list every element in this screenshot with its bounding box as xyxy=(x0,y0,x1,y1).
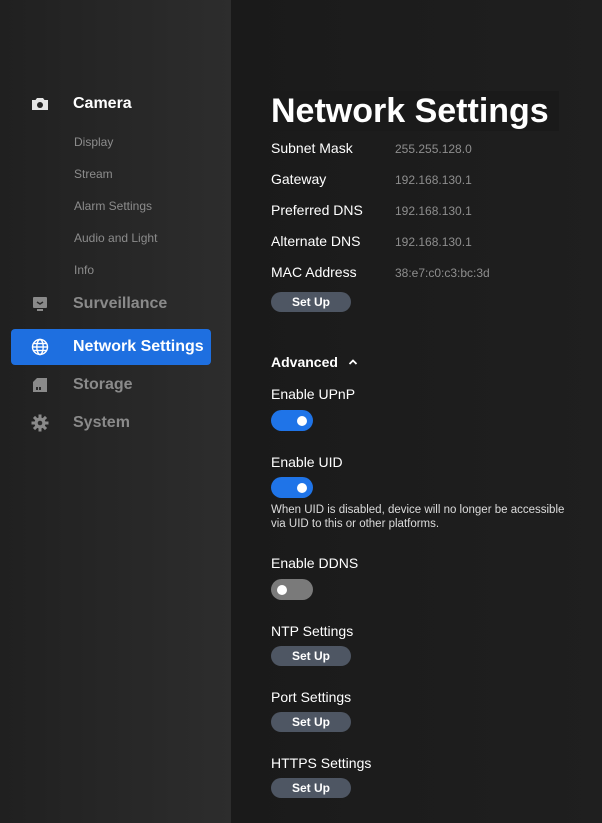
sidebar: Camera Display Stream Alarm Settings Aud… xyxy=(0,0,231,823)
subnet-mask-value: 255.255.128.0 xyxy=(395,142,472,156)
page-title: Network Settings xyxy=(271,91,559,131)
sidebar-item-label: System xyxy=(73,414,130,431)
toggle-knob xyxy=(297,415,307,426)
chevron-up-icon xyxy=(348,359,358,365)
camera-icon xyxy=(31,95,49,113)
monitor-icon xyxy=(31,295,49,313)
upnp-toggle[interactable] xyxy=(271,410,313,431)
sidebar-subitem-display[interactable]: Display xyxy=(74,135,113,149)
sidebar-subitem-alarm-settings[interactable]: Alarm Settings xyxy=(74,199,152,213)
https-settings-label: HTTPS Settings xyxy=(271,755,372,771)
ntp-settings-label: NTP Settings xyxy=(271,623,354,639)
enable-upnp-label: Enable UPnP xyxy=(271,386,356,402)
alternate-dns-label: Alternate DNS xyxy=(271,233,361,249)
uid-toggle[interactable] xyxy=(271,477,313,498)
sidebar-item-label: Camera xyxy=(73,95,132,112)
ddns-toggle[interactable] xyxy=(271,579,313,600)
ntp-setup-button[interactable]: Set Up xyxy=(271,646,351,666)
sidebar-item-system[interactable]: System xyxy=(11,405,211,441)
enable-uid-label: Enable UID xyxy=(271,454,343,470)
preferred-dns-value: 192.168.130.1 xyxy=(395,204,472,218)
sidebar-item-camera[interactable]: Camera xyxy=(11,86,211,122)
advanced-heading: Advanced xyxy=(271,354,338,370)
toggle-knob xyxy=(277,584,287,595)
enable-ddns-label: Enable DDNS xyxy=(271,555,359,571)
subnet-mask-label: Subnet Mask xyxy=(271,140,353,156)
gateway-label: Gateway xyxy=(271,171,327,187)
sidebar-item-storage[interactable]: Storage xyxy=(11,367,211,403)
uid-note: When UID is disabled, device will no lon… xyxy=(271,504,565,530)
gear-icon xyxy=(31,414,49,432)
sidebar-item-label: Storage xyxy=(73,376,133,393)
network-setup-button[interactable]: Set Up xyxy=(271,292,351,312)
https-setup-button[interactable]: Set Up xyxy=(271,778,351,798)
alternate-dns-value: 192.168.130.1 xyxy=(395,235,472,249)
preferred-dns-label: Preferred DNS xyxy=(271,202,363,218)
toggle-knob xyxy=(297,482,307,493)
sidebar-item-surveillance[interactable]: Surveillance xyxy=(11,286,211,322)
mac-address-value: 38:e7:c0:c3:bc:3d xyxy=(395,266,490,280)
sidebar-subitem-audio-and-light[interactable]: Audio and Light xyxy=(74,231,157,245)
sd-card-icon xyxy=(31,376,49,394)
sidebar-subitem-stream[interactable]: Stream xyxy=(74,167,113,181)
advanced-section-toggle[interactable]: Advanced xyxy=(271,354,358,370)
sidebar-item-network-settings[interactable]: Network Settings xyxy=(11,329,211,365)
sidebar-item-label: Network Settings xyxy=(73,338,204,355)
sidebar-subitem-info[interactable]: Info xyxy=(74,263,94,277)
globe-icon xyxy=(31,338,49,356)
port-settings-label: Port Settings xyxy=(271,689,352,705)
main-content: Network Settings Subnet Mask 255.255.128… xyxy=(231,0,602,823)
port-setup-button[interactable]: Set Up xyxy=(271,712,351,732)
sidebar-item-label: Surveillance xyxy=(73,295,168,312)
gateway-value: 192.168.130.1 xyxy=(395,173,472,187)
mac-address-label: MAC Address xyxy=(271,264,357,280)
